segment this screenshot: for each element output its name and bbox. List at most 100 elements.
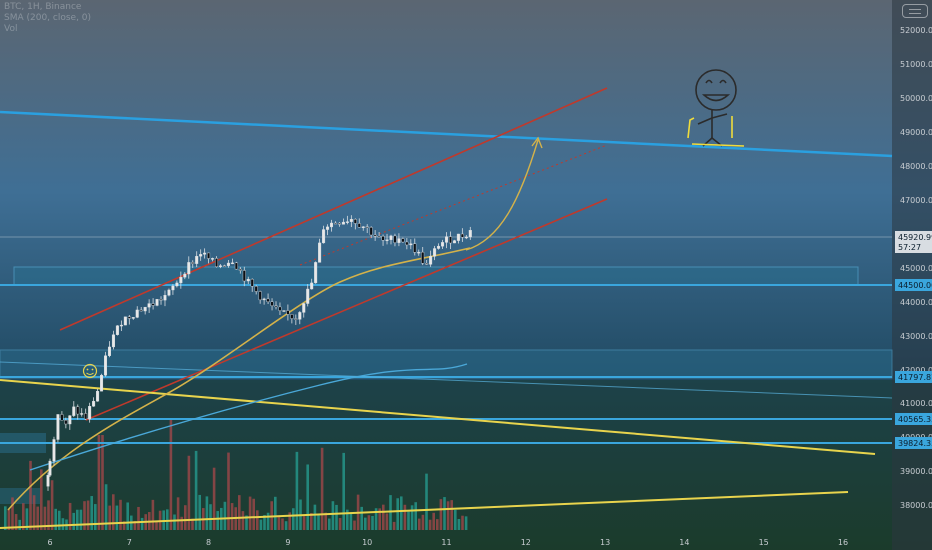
volume-bar <box>18 519 21 530</box>
indicator-legend: BTC, 1H, Binance SMA (200, close, 0) Vol <box>4 2 91 35</box>
candle-body <box>191 262 195 264</box>
y-tick-label: 38000.00 <box>900 501 932 510</box>
volume-bar <box>331 501 335 530</box>
volume-bar <box>403 504 407 530</box>
volume-bar <box>241 511 245 530</box>
candle-body <box>373 234 377 237</box>
candle-body <box>80 413 84 415</box>
volume-bar <box>392 521 396 530</box>
candle-body <box>405 241 409 246</box>
chart-window: 67891011121314151638000.0039000.0040000.… <box>0 0 932 550</box>
candle-body <box>409 243 413 246</box>
volume-bar <box>439 499 443 530</box>
candle-body <box>353 219 357 224</box>
candle-body <box>151 303 155 306</box>
volume-bar <box>79 509 83 530</box>
volume-bar <box>32 495 36 530</box>
candle-body <box>159 299 163 301</box>
volume-bar <box>418 518 421 530</box>
volume-bar <box>317 514 320 530</box>
candle-body <box>139 309 143 312</box>
volume-bar <box>428 519 432 530</box>
candle-body <box>278 306 282 311</box>
volume-bar <box>126 502 129 530</box>
candle-body <box>88 406 92 420</box>
volume-bar <box>320 447 324 530</box>
volume-bar <box>198 494 201 530</box>
y-tick-label: 44000.00 <box>900 298 932 307</box>
volume-bar <box>407 511 410 530</box>
candle-body <box>266 298 270 303</box>
y-tick-label: 50000.00 <box>900 94 932 103</box>
volume-bar <box>83 501 86 530</box>
x-tick-label: 13 <box>600 538 610 547</box>
candle-body <box>48 460 52 476</box>
x-tick-label: 8 <box>206 538 211 547</box>
candle-body <box>377 236 381 238</box>
volume-bar <box>238 495 241 530</box>
volume-bar <box>410 505 414 530</box>
candle-body <box>452 240 456 244</box>
volume-bar <box>450 500 453 530</box>
candle-body <box>218 265 222 267</box>
candle-body <box>56 414 60 440</box>
volume-bar <box>97 435 101 530</box>
candle-body <box>171 285 175 291</box>
volume-bar <box>353 520 356 530</box>
candle-body <box>318 242 322 263</box>
candle-body <box>282 310 286 312</box>
candle-body <box>155 299 159 306</box>
x-tick-label: 11 <box>441 538 451 547</box>
candle-body <box>417 251 421 254</box>
volume-bar <box>212 467 216 530</box>
candle-body <box>238 268 242 271</box>
candle-body <box>456 233 460 241</box>
volume-bar <box>259 519 263 530</box>
volume-bar <box>112 494 115 530</box>
volume-bar <box>86 500 90 530</box>
volume-bar <box>281 518 284 530</box>
candle-body <box>76 406 80 415</box>
price-chart[interactable]: 67891011121314151638000.0039000.0040000.… <box>0 0 932 550</box>
volume-bar <box>461 515 464 530</box>
volume-bar <box>187 455 191 530</box>
volume-bar <box>40 469 43 530</box>
candle-body <box>310 282 314 290</box>
candle-body <box>270 301 274 306</box>
volume-bar <box>446 501 450 530</box>
volume-bar <box>284 521 288 530</box>
candle-body <box>68 415 72 425</box>
candle-body <box>107 346 111 356</box>
volume-bar <box>367 515 371 530</box>
x-tick-label: 12 <box>521 538 531 547</box>
price-tag-value: 45920.99 <box>898 233 932 242</box>
y-tick-label: 47000.00 <box>900 196 932 205</box>
y-tick-label: 39000.00 <box>900 467 932 476</box>
candle-body <box>100 374 104 392</box>
volume-bar <box>151 499 155 530</box>
candle-body <box>254 286 258 292</box>
volume-bar <box>371 515 374 530</box>
chart-menu-button[interactable] <box>902 4 928 18</box>
volume-bar <box>396 498 399 530</box>
candle-body <box>337 222 341 225</box>
candle-body <box>468 230 472 238</box>
volume-bar <box>119 499 122 530</box>
candle-body <box>242 270 246 282</box>
candle-body <box>274 305 278 308</box>
candle-body <box>147 303 151 308</box>
candle-body <box>123 316 127 326</box>
candle-body <box>46 475 50 487</box>
candle-body <box>381 236 385 241</box>
candle-body <box>294 318 298 320</box>
candle-body <box>306 288 310 304</box>
volume-bar <box>302 516 306 530</box>
level-tag-label: 41797.87 <box>898 373 932 382</box>
volume-bar <box>443 497 446 530</box>
candle-body <box>258 291 262 301</box>
volume-bar <box>306 464 309 530</box>
candle-body <box>60 414 64 421</box>
volume-bar <box>414 502 417 530</box>
candle-body <box>460 233 464 238</box>
candle-body <box>349 219 353 222</box>
